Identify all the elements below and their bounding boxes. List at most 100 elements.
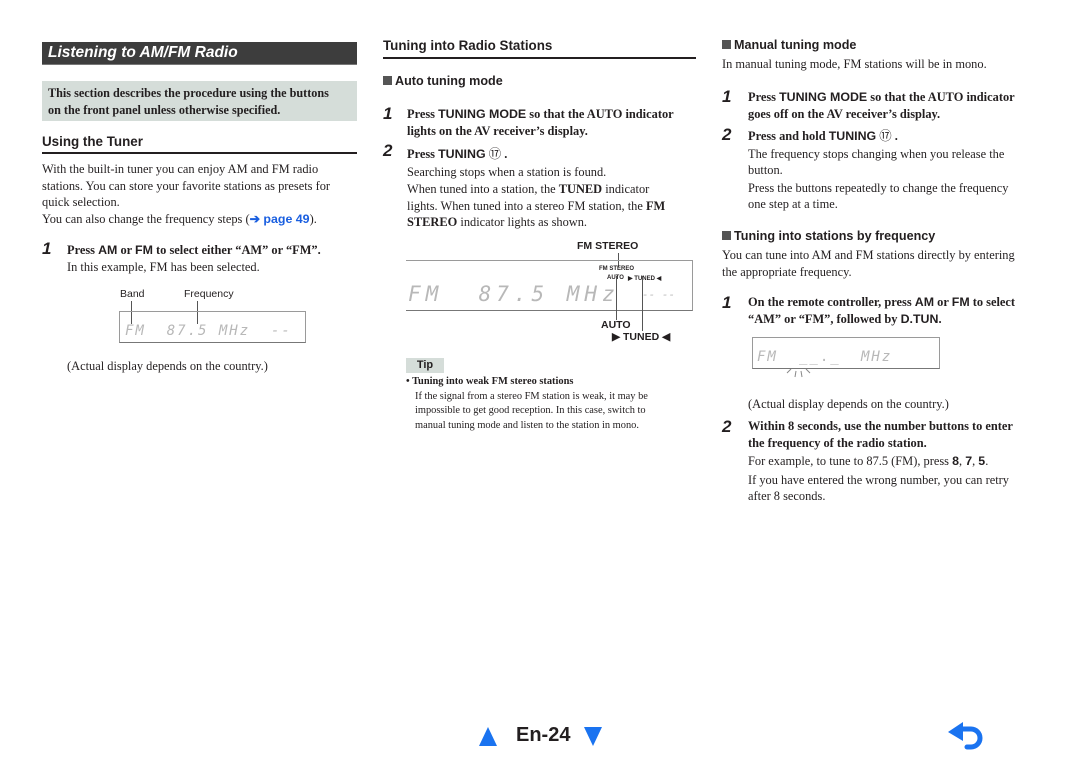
heading-rule xyxy=(42,152,357,154)
text-line: the appropriate frequency. xyxy=(722,264,852,279)
tip-line: impossible to get good reception. In thi… xyxy=(415,405,646,417)
step-number: 1 xyxy=(42,239,52,258)
text: You can also change the frequency steps … xyxy=(42,211,250,226)
subheading-auto-tuning: Auto tuning mode xyxy=(383,74,503,88)
step-number: 2 xyxy=(722,417,732,436)
step-detail: Press the buttons repeatedly to change t… xyxy=(748,180,1009,195)
auto-callout-label: AUTO xyxy=(601,319,631,331)
previous-page-icon[interactable] xyxy=(479,727,497,746)
step-detail: button. xyxy=(748,163,783,177)
lcd-band: FM xyxy=(757,349,778,365)
text: For example, to tune to 87.5 (FM), press xyxy=(748,454,953,468)
fm-stereo-callout-label: FM STEREO xyxy=(577,240,639,252)
next-page-icon[interactable] xyxy=(584,727,602,746)
text: so that the AUTO indicator xyxy=(867,90,1015,104)
return-arrow-icon[interactable] xyxy=(947,722,985,752)
am-key: AM xyxy=(98,243,118,257)
text: Auto tuning mode xyxy=(395,74,503,88)
step-instruction-line2: the frequency of the radio station. xyxy=(748,435,927,450)
step-instruction: Press AM or FM to select either “AM” or … xyxy=(67,242,357,259)
text: . xyxy=(501,147,508,161)
manual-step-1: Press TUNING MODE so that the AUTO indic… xyxy=(748,89,1048,122)
step-detail: When tuned into a station, the TUNED ind… xyxy=(407,181,702,198)
text: or xyxy=(117,243,136,257)
text: to select either “AM” or “FM”. xyxy=(152,243,321,257)
step-detail: after 8 seconds. xyxy=(748,489,826,503)
tuning-key: TUNING xyxy=(828,129,877,143)
display-note: (Actual display depends on the country.) xyxy=(748,397,949,411)
lcd-dash: -- -- xyxy=(642,288,676,301)
intro-note-box: This section describes the procedure usi… xyxy=(42,81,357,121)
auto-step-1: Press TUNING MODE so that the AUTO indic… xyxy=(407,106,702,139)
text: . xyxy=(938,311,942,326)
text: Press xyxy=(407,107,439,121)
text-line: stations. You can store your favorite st… xyxy=(42,178,331,193)
heading-rule xyxy=(383,57,696,59)
step-instruction: Within 8 seconds, use the number buttons… xyxy=(748,419,1013,433)
button-ref-17-icon: ⑰ xyxy=(879,129,892,143)
text: . xyxy=(891,129,898,143)
frequency-step-2: Within 8 seconds, use the number buttons… xyxy=(748,418,1048,505)
frequency-label: Frequency xyxy=(184,288,234,300)
frequency-steps-line: You can also change the frequency steps … xyxy=(42,211,362,228)
band-label: Band xyxy=(120,288,145,300)
key-8: 8 xyxy=(952,454,959,468)
text: On the remote controller, press xyxy=(748,295,915,309)
fm-key: FM xyxy=(951,295,970,309)
step-instruction-line2: “AM” or “FM”, followed by D.TUN. xyxy=(748,311,1048,328)
intro-line-2: on the front panel unless otherwise spec… xyxy=(48,102,281,117)
step-number: 1 xyxy=(383,104,393,123)
tip-title: • Tuning into weak FM stereo stations xyxy=(406,376,574,387)
step-number: 1 xyxy=(722,87,732,106)
text: Manual tuning mode xyxy=(734,38,857,52)
tuning-mode-key: TUNING MODE xyxy=(779,90,868,104)
am-key: AM xyxy=(914,295,935,309)
text-line: With the built-in tuner you can enjoy AM… xyxy=(42,162,319,176)
square-bullet-icon xyxy=(722,40,731,49)
text: When tuned into a station, the xyxy=(407,182,559,196)
step-detail: In this example, FM has been selected. xyxy=(67,259,260,274)
step-detail: lights. When tuned into a stereo FM stat… xyxy=(407,198,702,215)
text-line: quick selection. xyxy=(42,195,120,209)
lcd-fm-stereo-indicator: FM STEREO xyxy=(599,266,635,272)
lcd-tuned-indicator: ▶ TUNED ◀ xyxy=(628,276,662,282)
step-detail: Searching stops when a station is found. xyxy=(407,164,607,179)
heading-using-the-tuner: Using the Tuner xyxy=(42,134,143,149)
text: Tuning into stations by frequency xyxy=(734,229,936,243)
step-instruction-line2: lights on the AV receiver’s display. xyxy=(407,123,588,138)
lcd-text: FM 87.5 MHz xyxy=(408,282,620,306)
step-instruction-line2: goes off on the AV receiver’s display. xyxy=(748,106,941,121)
section-title: Listening to AM/FM Radio xyxy=(48,44,238,61)
button-ref-17-icon: ⑰ xyxy=(488,147,502,161)
tuned-callout-line xyxy=(642,276,643,331)
text: ). xyxy=(309,211,317,226)
auto-callout-line xyxy=(616,276,617,320)
tuned-callout-label: ▶ TUNED ◀ xyxy=(612,331,671,343)
text: Press xyxy=(67,243,99,257)
page-49-link[interactable]: ➔ page 49 xyxy=(250,212,310,226)
text: or xyxy=(934,295,952,309)
fm-key: FM xyxy=(135,243,153,257)
text: Press xyxy=(748,90,780,104)
manual-step-2: Press and hold TUNING ⑰ . The frequency … xyxy=(748,128,1048,213)
stereo-term: STEREO xyxy=(407,215,458,229)
dtun-key: D.TUN xyxy=(900,311,939,326)
step-detail: For example, to tune to 87.5 (FM), press… xyxy=(748,453,1048,470)
step-detail: STEREO indicator lights as shown. xyxy=(407,214,702,231)
lcd-display-band-frequency: FM 87.5 MHz -- xyxy=(119,311,306,343)
text: Press and hold xyxy=(748,129,829,143)
display-note: (Actual display depends on the country.) xyxy=(67,359,268,373)
text: lights. When tuned into a stereo FM stat… xyxy=(407,198,646,213)
step-instruction: Press TUNING ⑰ . xyxy=(407,146,702,163)
tuning-mode-key: TUNING MODE xyxy=(438,107,527,121)
lcd-unit: MHz xyxy=(861,349,893,365)
intro-line-1: This section describes the procedure usi… xyxy=(48,86,329,100)
tuned-term: TUNED xyxy=(558,182,603,196)
lcd-text: FM 87.5 MHz -- xyxy=(125,323,292,339)
blink-indicator-icon xyxy=(786,368,811,378)
step-detail: If you have entered the wrong number, yo… xyxy=(748,472,1009,487)
text: indicator lights as shown. xyxy=(457,215,588,229)
lcd-display-direct-tuning: FM __._ MHz xyxy=(752,337,940,369)
text: “AM” or “FM”, followed by xyxy=(748,311,901,326)
step-instruction: Press TUNING MODE so that the AUTO indic… xyxy=(748,89,1048,106)
